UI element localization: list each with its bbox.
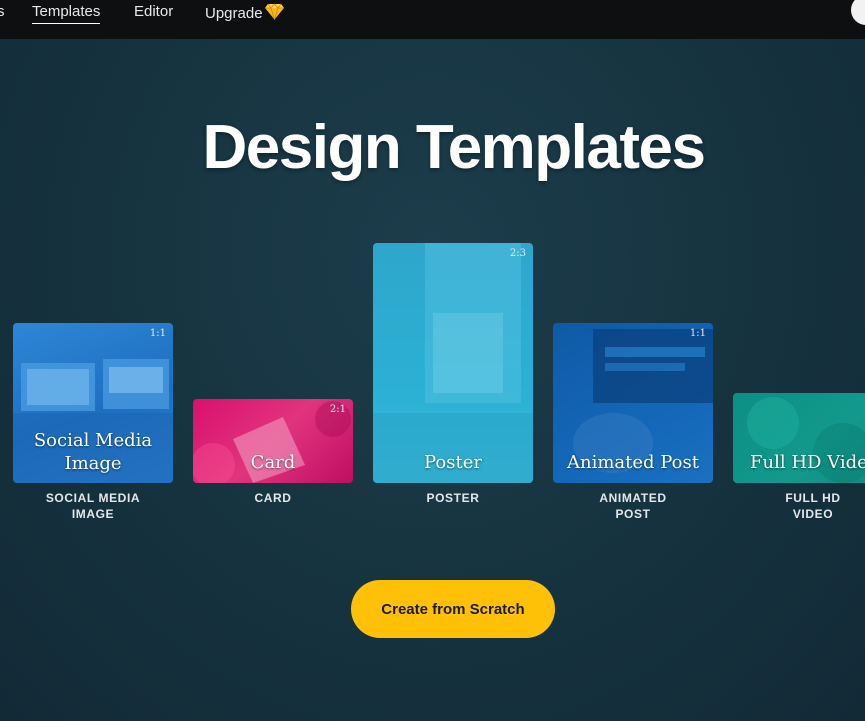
aspect-ratio-badge: 2:1	[329, 404, 346, 415]
card-label-line1: Social Media	[33, 430, 153, 451]
template-caption-poster: POSTER	[426, 491, 480, 505]
template-caption-animated-post: ANIMATED POST	[553, 490, 713, 522]
aspect-ratio-badge: 1:1	[689, 328, 706, 339]
nav-item-editor[interactable]: Editor	[134, 3, 173, 20]
aspect-ratio-badge: 2:3	[509, 248, 526, 259]
diamond-icon	[264, 3, 284, 24]
upgrade-label: Upgrade	[205, 5, 263, 22]
card-label-line2: Image	[64, 453, 122, 474]
nav-item-upgrade[interactable]: Upgrade	[205, 3, 284, 24]
card-label: Full HD Video	[750, 452, 865, 473]
template-card-animated-post[interactable]: 1:1 Animated Post	[553, 323, 713, 483]
card-label: Animated Post	[567, 452, 699, 473]
avatar[interactable]	[851, 0, 865, 25]
caption-line1: SOCIAL MEDIA	[45, 491, 141, 505]
template-card-full-hd-video[interactable]: Full HD Video	[733, 393, 865, 483]
template-card-social-media-image[interactable]: 1:1 Social Media Image	[13, 323, 173, 483]
template-card-card[interactable]: 2:1 Card	[193, 399, 353, 483]
caption-line1: ANIMATED	[599, 491, 667, 505]
caption-line2: IMAGE	[71, 507, 115, 521]
template-caption-social-media-image: SOCIAL MEDIA IMAGE	[13, 490, 173, 522]
caption-line2: POST	[615, 507, 651, 521]
page-title: Design Templates	[202, 113, 706, 182]
template-caption-full-hd-video: FULL HD VIDEO	[733, 490, 865, 522]
template-card-poster[interactable]: 2:3 Poster	[373, 243, 533, 483]
poster-thumbnail	[373, 243, 533, 483]
card-label: Poster	[424, 452, 482, 473]
nav-item-templates[interactable]: Templates	[32, 3, 101, 24]
template-caption-card: CARD	[254, 491, 292, 505]
aspect-ratio-badge: 1:1	[149, 328, 166, 339]
caption-line2: VIDEO	[792, 507, 834, 521]
nav-item-cut-off[interactable]: s	[0, 3, 5, 20]
top-navbar: s Templates Editor Upgrade	[0, 0, 865, 39]
caption-line1: FULL HD	[785, 491, 841, 505]
card-label: Card	[250, 452, 296, 473]
create-from-scratch-button[interactable]: Create from Scratch	[351, 580, 555, 638]
